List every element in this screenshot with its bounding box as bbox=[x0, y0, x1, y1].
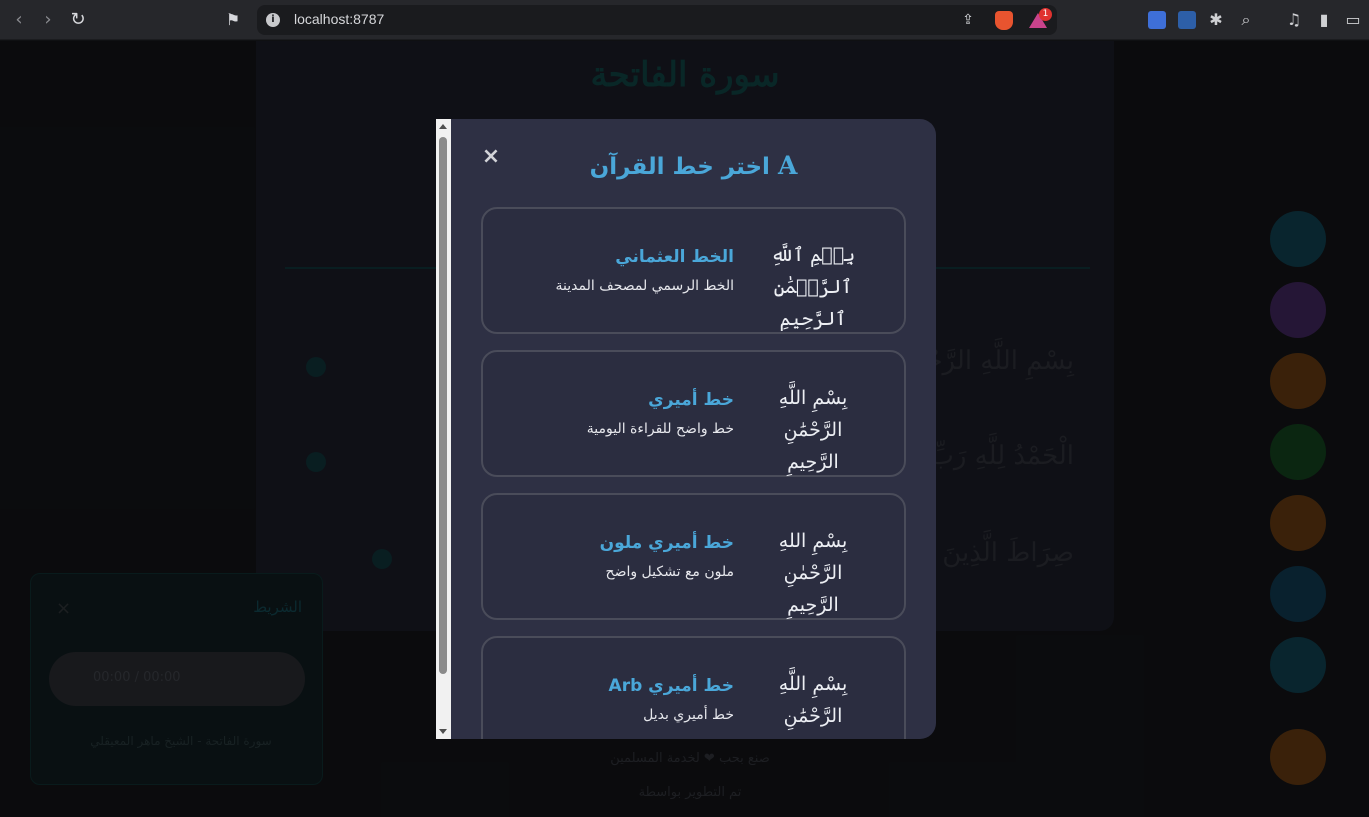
font-option-desc: الخط الرسمي لمصحف المدينة bbox=[555, 278, 734, 294]
font-sample: بِسْمِ اللهِ الرَّحْمٰنِ الرَّحِيمِ bbox=[778, 530, 848, 616]
font-option-name: الخط العثماني bbox=[615, 247, 734, 267]
scroll-up-icon[interactable] bbox=[439, 124, 447, 129]
font-option-name: خط أميري bbox=[648, 390, 734, 410]
font-sample: بِسْمِ اللَّهِ الرَّحْمَٰنِ الرَّحِيمِ bbox=[778, 673, 848, 739]
scroll-thumb[interactable] bbox=[439, 137, 447, 674]
site-info-icon[interactable]: i bbox=[266, 13, 280, 27]
wallet-icon[interactable]: ▭ bbox=[1343, 10, 1363, 30]
extension-bitwarden-icon[interactable] bbox=[1148, 11, 1166, 29]
modal-title-text: اختر خط القرآن bbox=[589, 154, 770, 180]
font-option-name: خط أميري Arb bbox=[608, 676, 734, 696]
font-icon: A bbox=[777, 151, 798, 180]
font-sample: بِسْمِ اللَّهِ الرَّحْمَٰنِ الرَّحِيمِ bbox=[778, 387, 848, 473]
reload-icon[interactable]: ↻ bbox=[67, 9, 89, 31]
extensions-puzzle-icon[interactable]: ✱ bbox=[1206, 10, 1226, 30]
extension-search-icon[interactable]: ⌕ bbox=[1236, 10, 1256, 30]
sidebar-icon[interactable]: ▮ bbox=[1314, 10, 1334, 30]
address-bar[interactable]: i localhost:8787 ⇪ 1 bbox=[257, 5, 1057, 35]
extension-bird-icon[interactable] bbox=[1178, 11, 1196, 29]
font-option-uthmani[interactable]: بِسۡمِ ٱللَّهِ ٱلرَّحۡمَٰنِ ٱلرَّحِيمِ ا… bbox=[481, 207, 906, 334]
font-picker-modal: × Aاختر خط القرآن بِسۡمِ ٱللَّهِ ٱلرَّحۡ… bbox=[436, 119, 936, 739]
font-option-desc: خط أميري بديل bbox=[643, 707, 734, 723]
font-option-amiri-color[interactable]: بِسْمِ اللهِ الرَّحْمٰنِ الرَّحِيمِ خط أ… bbox=[481, 493, 906, 620]
font-sample: بِسۡمِ ٱللَّهِ ٱلرَّحۡمَٰنِ ٱلرَّحِيمِ bbox=[770, 244, 856, 330]
scroll-down-icon[interactable] bbox=[439, 729, 447, 734]
back-icon[interactable]: ‹ bbox=[8, 9, 30, 31]
brave-shields-icon[interactable] bbox=[995, 11, 1013, 30]
bookmark-icon[interactable]: ⚑ bbox=[222, 9, 244, 31]
font-option-amiri[interactable]: بِسْمِ اللَّهِ الرَّحْمَٰنِ الرَّحِيمِ خ… bbox=[481, 350, 906, 477]
media-icon[interactable]: ♫ bbox=[1284, 10, 1304, 30]
modal-title: A اختر خط القرآن bbox=[496, 151, 891, 185]
font-option-amiri-arb[interactable]: بِسْمِ اللَّهِ الرَّحْمَٰنِ الرَّحِيمِ خ… bbox=[481, 636, 906, 739]
browser-toolbar: ‹ › ↻ ⚑ i localhost:8787 ⇪ 1 ✱ ⌕ ♫ ▮ ▭ bbox=[0, 0, 1369, 40]
forward-icon[interactable]: › bbox=[37, 9, 59, 31]
font-option-name: خط أميري ملون bbox=[599, 533, 734, 553]
font-option-desc: خط واضح للقراءة اليومية bbox=[586, 421, 734, 437]
url-text: localhost:8787 bbox=[294, 11, 385, 27]
modal-scrollbar[interactable] bbox=[436, 119, 451, 739]
font-option-desc: ملون مع تشكيل واضح bbox=[605, 564, 734, 580]
rewards-badge: 1 bbox=[1039, 8, 1052, 21]
share-icon[interactable]: ⇪ bbox=[957, 9, 979, 31]
